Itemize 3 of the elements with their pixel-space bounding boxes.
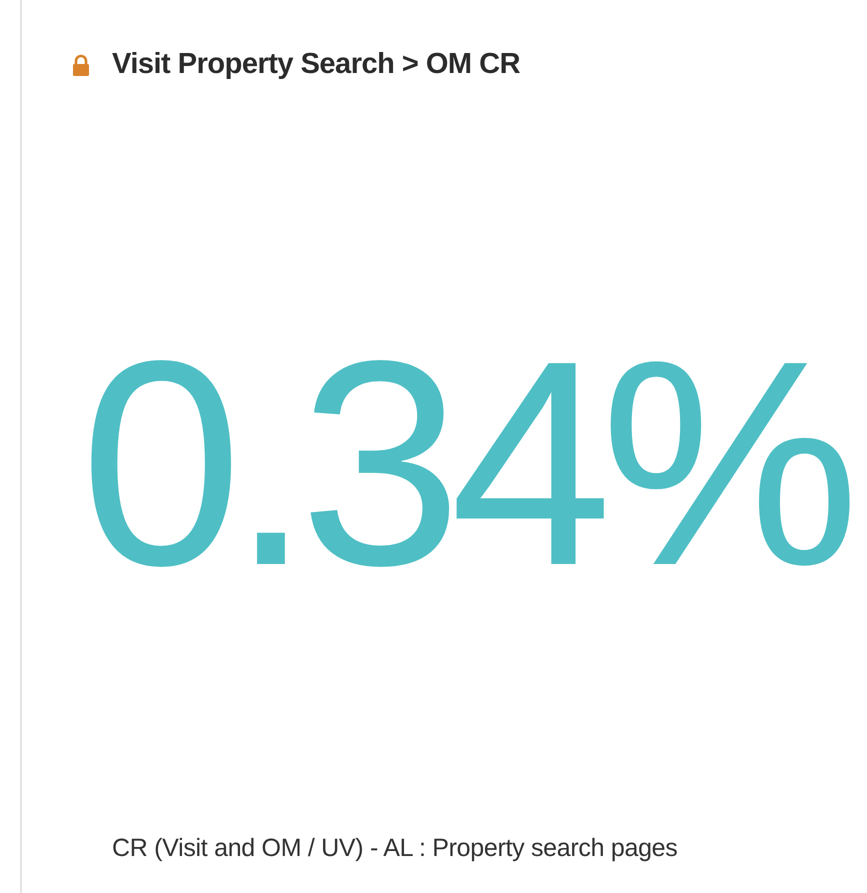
- panel-title: Visit Property Search > OM CR: [112, 48, 520, 81]
- metric-description: CR (Visit and OM / UV) - AL : Property search pages: [112, 834, 678, 863]
- metric-value: 0.34%: [80, 316, 848, 608]
